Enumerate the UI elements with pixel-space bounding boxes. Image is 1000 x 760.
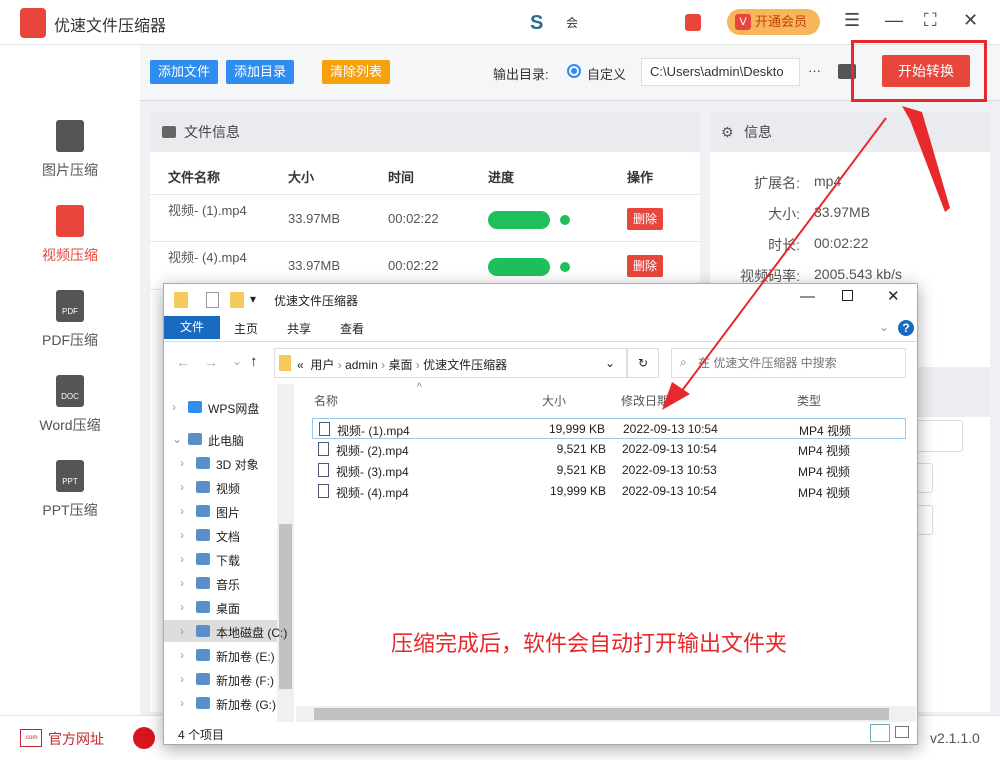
arrow-line — [675, 118, 886, 400]
arrow-to-start-button — [902, 106, 950, 212]
annotation-text: 压缩完成后，软件会自动打开输出文件夹 — [391, 626, 787, 658]
